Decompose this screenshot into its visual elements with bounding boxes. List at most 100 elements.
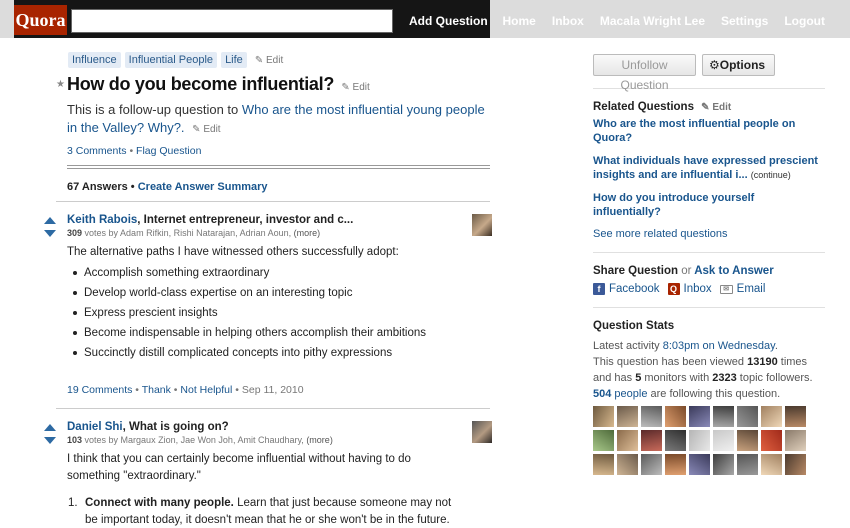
divider xyxy=(593,252,825,253)
view-count: 13190 xyxy=(747,356,778,368)
downvote-arrow-icon[interactable] xyxy=(44,229,56,238)
edit-title-link[interactable]: ✎ Edit xyxy=(341,82,369,93)
more-voters-link[interactable]: (more) xyxy=(294,228,321,238)
question-main: Influence Influential People Life ✎ Edit… xyxy=(44,52,492,528)
top-bar: Quora Add Question Home Inbox Macala Wri… xyxy=(0,0,850,38)
list-item: Accomplish something extraordinary xyxy=(67,263,467,283)
topic-tag[interactable]: Influence xyxy=(68,52,121,68)
nav-profile[interactable]: Macala Wright Lee xyxy=(600,14,705,28)
edit-details-link[interactable]: ✎ Edit xyxy=(192,124,220,135)
follower-avatar[interactable] xyxy=(641,430,662,451)
edit-label: Edit xyxy=(203,124,221,135)
nav-settings[interactable]: Settings xyxy=(721,14,768,28)
follower-avatar[interactable] xyxy=(665,430,686,451)
nav-inbox[interactable]: Inbox xyxy=(552,14,584,28)
avatar[interactable] xyxy=(472,214,492,236)
downvote-arrow-icon[interactable] xyxy=(44,436,56,445)
follower-avatar[interactable] xyxy=(785,406,806,427)
follower-avatar[interactable] xyxy=(665,406,686,427)
topic-list: Influence Influential People Life ✎ Edit xyxy=(68,52,492,68)
followers-people-link[interactable]: people xyxy=(614,388,647,400)
edit-topics-link[interactable]: ✎ Edit xyxy=(255,55,283,66)
follower-avatar[interactable] xyxy=(785,430,806,451)
follower-avatar[interactable] xyxy=(761,454,782,475)
nav-home[interactable]: Home xyxy=(503,14,536,28)
follower-avatar[interactable] xyxy=(737,454,758,475)
answer-comments-link[interactable]: 19 Comments xyxy=(67,384,132,396)
follower-avatar[interactable] xyxy=(593,406,614,427)
follower-avatar[interactable] xyxy=(737,406,758,427)
follower-avatar[interactable] xyxy=(689,454,710,475)
share-facebook-button[interactable]: f Facebook xyxy=(593,283,660,295)
follower-avatar[interactable] xyxy=(761,406,782,427)
follower-avatar[interactable] xyxy=(641,454,662,475)
follower-avatar[interactable] xyxy=(713,454,734,475)
unfollow-question-button[interactable]: Unfollow Question xyxy=(593,54,696,92)
related-question-link[interactable]: How do you introduce yourself influentia… xyxy=(593,191,825,219)
quora-logo[interactable]: Quora xyxy=(14,5,67,35)
follower-avatar[interactable] xyxy=(617,454,638,475)
follower-avatar[interactable] xyxy=(617,430,638,451)
follower-avatar[interactable] xyxy=(761,430,782,451)
follower-avatar[interactable] xyxy=(665,454,686,475)
follower-avatar[interactable] xyxy=(689,430,710,451)
avatar[interactable] xyxy=(472,421,492,443)
create-answer-summary-link[interactable]: Create Answer Summary xyxy=(138,181,268,193)
topic-tag[interactable]: Influential People xyxy=(124,52,218,68)
topic-tag[interactable]: Life xyxy=(221,52,247,68)
vote-controls xyxy=(44,216,56,242)
follower-avatar[interactable] xyxy=(785,454,806,475)
answer-body: Keith Rabois, Internet entrepreneur, inv… xyxy=(67,214,492,396)
ask-to-answer-link[interactable]: Ask to Answer xyxy=(694,265,773,277)
question-stats: Latest activity 8:03pm on Wednesday. Thi… xyxy=(593,338,825,402)
star-icon[interactable]: ★ xyxy=(56,79,65,90)
follower-avatar[interactable] xyxy=(641,406,662,427)
author-name-link[interactable]: Daniel Shi xyxy=(67,421,123,433)
author-name-link[interactable]: Keith Rabois xyxy=(67,214,137,226)
follower-avatar[interactable] xyxy=(689,406,710,427)
vote-count: 103 xyxy=(67,435,83,445)
upvote-arrow-icon[interactable] xyxy=(44,423,56,432)
related-question-link[interactable]: What individuals have expressed prescien… xyxy=(593,154,825,182)
pencil-icon: ✎ xyxy=(254,54,264,66)
voter-list: votes by Margaux Zion, Jae Won Joh, Amit… xyxy=(82,435,307,445)
edit-related-link[interactable]: ✎ Edit xyxy=(701,102,731,113)
mail-icon: ✉ xyxy=(719,284,733,294)
options-label: Options xyxy=(719,58,766,72)
share-email-label: Email xyxy=(736,283,766,295)
vote-count: 309 xyxy=(67,228,83,238)
follower-avatar[interactable] xyxy=(713,406,734,427)
follower-avatar[interactable] xyxy=(617,406,638,427)
follower-avatar[interactable] xyxy=(737,430,758,451)
share-inbox-button[interactable]: Q Inbox xyxy=(667,283,712,295)
divider xyxy=(67,165,490,169)
options-button[interactable]: ⚙Options xyxy=(702,54,775,76)
search-input[interactable] xyxy=(71,9,393,33)
question-title-row: ★ How do you become influential? ✎ Edit xyxy=(56,74,492,95)
latest-label: Latest activity xyxy=(593,340,663,352)
share-or: or xyxy=(681,265,692,277)
follower-avatar[interactable] xyxy=(593,430,614,451)
thank-link[interactable]: Thank xyxy=(142,384,171,396)
related-question-link[interactable]: Who are the most influential people on Q… xyxy=(593,117,825,145)
followers-post: are following this question. xyxy=(647,388,781,400)
question-comments-link[interactable]: 3 Comments xyxy=(67,145,127,157)
view-stats: This question has been viewed 13190 time… xyxy=(593,354,825,386)
list-item: Develop world-class expertise on an inte… xyxy=(67,283,467,303)
upvote-arrow-icon[interactable] xyxy=(44,216,56,225)
latest-activity-link[interactable]: 8:03pm on Wednesday xyxy=(663,340,775,352)
share-email-button[interactable]: ✉ Email xyxy=(719,283,766,295)
gear-icon: ⚙ xyxy=(709,58,720,72)
page-title: How do you become influential? xyxy=(67,74,335,94)
more-voters-link[interactable]: (more) xyxy=(306,435,333,445)
not-helpful-link[interactable]: Not Helpful xyxy=(180,384,232,396)
add-question-button[interactable]: Add Question xyxy=(409,14,488,28)
follower-avatar[interactable] xyxy=(713,430,734,451)
nav-logout[interactable]: Logout xyxy=(784,14,825,28)
follower-avatar[interactable] xyxy=(593,454,614,475)
see-more-related-link[interactable]: See more related questions xyxy=(593,228,825,240)
flag-question-link[interactable]: Flag Question xyxy=(136,145,201,157)
list-item: Express prescient insights xyxy=(67,303,467,323)
continue-link[interactable]: (continue) xyxy=(751,170,791,180)
followers-count-link[interactable]: 504 xyxy=(593,388,611,400)
